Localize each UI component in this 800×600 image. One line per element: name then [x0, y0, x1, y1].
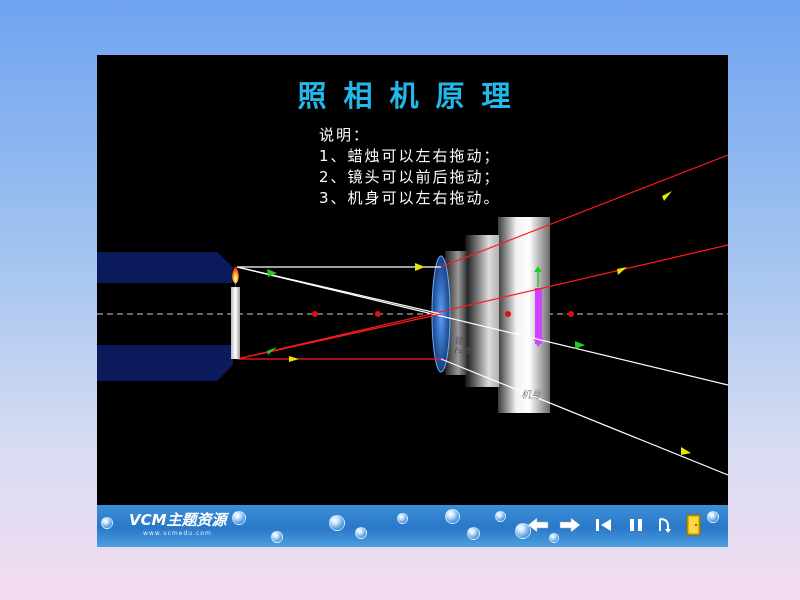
instruction-item: 3、机身可以左右拖动。	[319, 189, 501, 207]
instruction-item: 1、蜡烛可以左右拖动；	[319, 147, 501, 165]
arrow-right-icon	[559, 517, 581, 533]
focal-point-right-2f	[568, 311, 574, 317]
optics-diagram	[97, 154, 728, 476]
candle-drag-handle[interactable]	[225, 263, 247, 363]
arrow-left-icon	[527, 517, 549, 533]
decor-bubble	[329, 515, 345, 531]
pause-icon	[630, 519, 642, 531]
rewind-button[interactable]	[593, 514, 615, 536]
instructions: 说明： 1、蜡烛可以左右拖动； 2、镜头可以前后拖动； 3、机身可以左右拖动。	[319, 125, 501, 209]
instruction-item: 2、镜头可以前后拖动；	[319, 168, 501, 186]
logo-text: VCM主题资源	[129, 511, 227, 529]
candle-holder-top	[97, 252, 233, 283]
pause-button[interactable]	[625, 514, 647, 536]
decor-bubble	[445, 509, 460, 524]
focal-point-left-2f	[312, 311, 318, 317]
exit-button[interactable]	[683, 514, 705, 536]
vcm-logo: VCM主题资源 www.vcmedu.com	[129, 509, 227, 537]
lens-tube	[465, 235, 499, 387]
return-button[interactable]	[653, 514, 675, 536]
decor-bubble	[101, 517, 113, 529]
instructions-heading: 说明：	[319, 126, 371, 144]
rewind-icon	[596, 519, 611, 531]
ray-arrow	[575, 341, 585, 349]
ray-arrow	[617, 267, 627, 275]
decor-bubble	[271, 531, 283, 543]
bottom-toolbar: VCM主题资源 www.vcmedu.com	[97, 505, 728, 547]
simulation-stage: 照相机原理 说明： 1、蜡烛可以左右拖动； 2、镜头可以前后拖动； 3、机身可以…	[97, 55, 728, 505]
presentation-frame: 照相机原理 说明： 1、蜡烛可以左右拖动； 2、镜头可以前后拖动； 3、机身可以…	[97, 55, 728, 547]
decor-bubble	[495, 511, 506, 522]
decor-bubble	[232, 511, 246, 525]
lens-drag-handle[interactable]	[431, 251, 467, 377]
ray-refracted-bottom	[440, 358, 728, 476]
decor-bubble	[397, 513, 408, 524]
ray-arrow	[681, 447, 691, 455]
decor-bubble	[707, 511, 719, 523]
candle-holder-bottom	[97, 345, 233, 381]
return-icon	[659, 518, 671, 533]
ray-arrow	[662, 191, 672, 201]
ray-focal-top	[236, 266, 442, 315]
exit-door-icon	[686, 514, 701, 536]
ray-arrow	[289, 356, 299, 362]
decor-bubble	[549, 533, 559, 543]
focal-point-left-f	[375, 311, 381, 317]
decor-bubble	[467, 527, 480, 540]
next-button[interactable]	[559, 514, 581, 536]
logo-url: www.vcmedu.com	[143, 530, 212, 537]
prev-button[interactable]	[527, 514, 549, 536]
page-title: 照相机原理	[297, 79, 528, 113]
camera-body-drag-handle[interactable]	[498, 217, 550, 413]
ray-arrow	[415, 263, 425, 271]
decor-bubble	[355, 527, 367, 539]
